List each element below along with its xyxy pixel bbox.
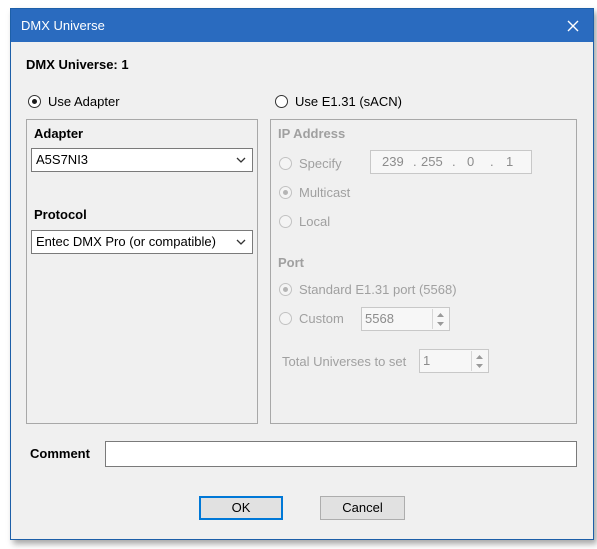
use-e131-radio[interactable] (275, 95, 288, 108)
ip-dot: . (490, 154, 494, 169)
ip-dot: . (452, 154, 456, 169)
protocol-heading: Protocol (34, 207, 87, 222)
total-universes-spinner[interactable]: 1 (419, 349, 489, 373)
spin-up-icon[interactable] (433, 309, 448, 319)
universe-label: DMX Universe: 1 (26, 57, 129, 72)
spinner-arrows (471, 351, 487, 371)
comment-input[interactable] (105, 441, 577, 467)
cancel-button[interactable]: Cancel (320, 496, 405, 520)
comment-label: Comment (30, 446, 90, 461)
custom-port-spinner[interactable]: 5568 (361, 307, 450, 331)
ip-address-heading: IP Address (278, 126, 346, 141)
ip-octet-3: 0 (467, 154, 475, 169)
total-universes-label: Total Universes to set (282, 354, 407, 369)
multicast-radio[interactable] (279, 186, 292, 199)
ok-button[interactable]: OK (199, 496, 283, 520)
use-adapter-radio[interactable] (28, 95, 41, 108)
use-adapter-label[interactable]: Use Adapter (48, 94, 120, 109)
custom-port-radio[interactable] (279, 312, 292, 325)
adapter-dropdown-value: A5S7NI3 (36, 152, 89, 167)
local-radio[interactable] (279, 215, 292, 228)
local-label[interactable]: Local (299, 214, 330, 229)
port-heading: Port (278, 255, 304, 270)
spin-down-icon[interactable] (472, 361, 487, 371)
adapter-group: Adapter A5S7NI3 Protocol Entec DMX Pro (… (26, 119, 258, 424)
use-e131-label[interactable]: Use E1.31 (sACN) (295, 94, 402, 109)
specify-radio[interactable] (279, 157, 292, 170)
close-button[interactable] (553, 9, 593, 42)
spin-down-icon[interactable] (433, 319, 448, 329)
standard-port-label[interactable]: Standard E1.31 port (5568) (299, 282, 457, 297)
chevron-down-icon (236, 157, 246, 163)
dmx-universe-dialog: DMX Universe DMX Universe: 1 Use Adapter… (10, 8, 594, 540)
protocol-dropdown[interactable]: Entec DMX Pro (or compatible) (31, 230, 253, 254)
protocol-dropdown-value: Entec DMX Pro (or compatible) (36, 234, 216, 249)
adapter-dropdown[interactable]: A5S7NI3 (31, 148, 253, 172)
standard-port-radio[interactable] (279, 283, 292, 296)
multicast-label[interactable]: Multicast (299, 185, 350, 200)
ip-octet-4: 1 (506, 154, 514, 169)
ip-octet-1: 239 (382, 154, 404, 169)
close-icon (567, 20, 579, 31)
chevron-down-icon (236, 239, 246, 245)
custom-port-value: 5568 (365, 311, 394, 326)
spin-up-icon[interactable] (472, 351, 487, 361)
ip-address-field[interactable]: 239 . 255 . 0 . 1 (370, 150, 532, 174)
custom-port-label[interactable]: Custom (299, 311, 344, 326)
e131-group: IP Address Specify 239 . 255 . 0 . 1 Mul… (270, 119, 577, 424)
title-bar: DMX Universe (11, 9, 593, 42)
specify-label[interactable]: Specify (299, 156, 342, 171)
window-title: DMX Universe (21, 18, 105, 33)
spinner-arrows (432, 309, 448, 329)
total-universes-value: 1 (423, 353, 431, 368)
adapter-heading: Adapter (34, 126, 84, 141)
ip-dot: . (413, 154, 417, 169)
ip-octet-2: 255 (421, 154, 443, 169)
